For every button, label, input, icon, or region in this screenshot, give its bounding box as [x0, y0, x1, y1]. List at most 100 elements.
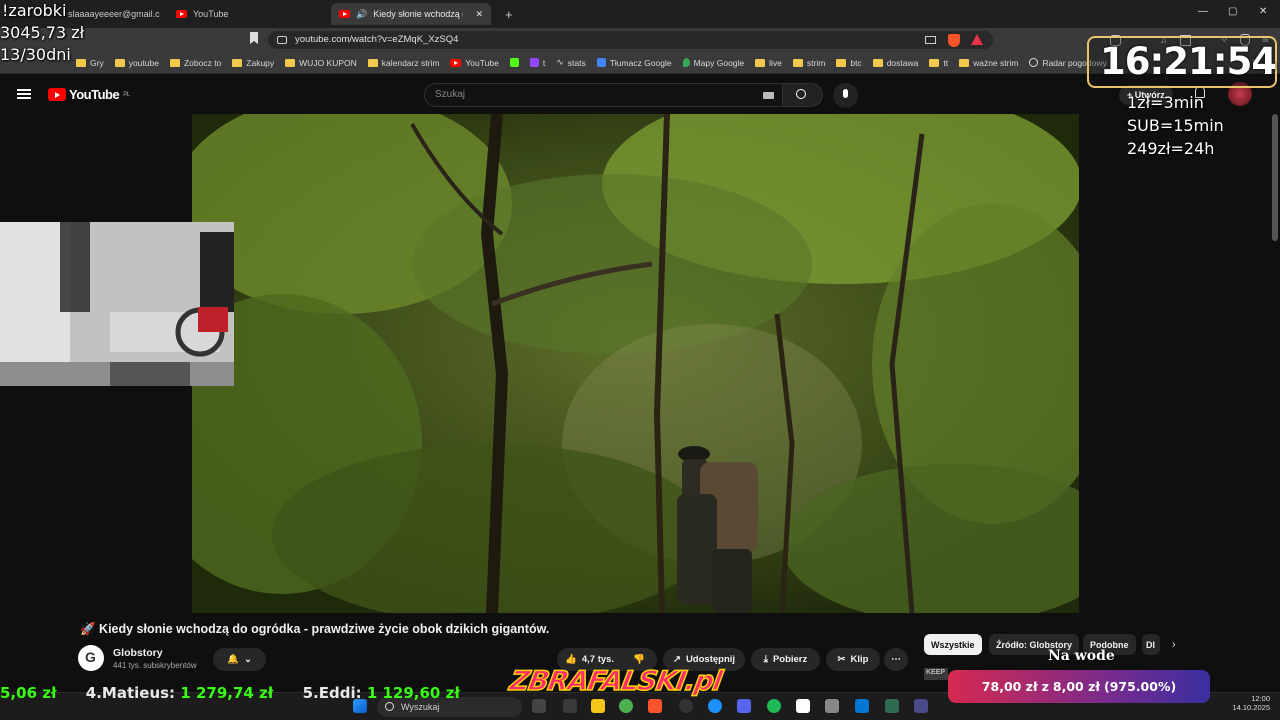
task-view-icon[interactable] — [532, 699, 546, 713]
discord-icon[interactable] — [737, 699, 751, 713]
download-icon: ⤓ — [763, 654, 768, 665]
jungle-video-frame — [192, 114, 1079, 613]
bookmark-strim[interactable]: strim — [792, 58, 825, 68]
chip-more[interactable]: Dl — [1142, 634, 1160, 655]
video-player[interactable] — [192, 114, 1079, 613]
rate-money: 1zł=3min — [1127, 93, 1204, 112]
bookmark-tt[interactable]: tt — [929, 58, 948, 68]
chevron-right-icon[interactable]: › — [1172, 639, 1176, 651]
ticker-name-5: Eddi: — [318, 684, 362, 702]
new-tab-button[interactable]: + — [497, 3, 521, 25]
subathon-timer: 16:21:54 — [1100, 40, 1277, 83]
maximize-button[interactable]: ▢ — [1228, 6, 1237, 17]
keyboard-icon[interactable] — [763, 92, 774, 99]
goal-name: Na wode — [1048, 648, 1115, 664]
tab-gmail[interactable]: slaaaayeeeer@gmail.c — [60, 3, 160, 25]
bookmark-zakupy[interactable]: Zakupy — [232, 58, 274, 68]
youtube-logo[interactable]: YouTube PL — [48, 87, 130, 102]
bookmark-translate[interactable]: Tłumacz Google — [596, 58, 672, 68]
search-input[interactable]: Szukaj — [424, 83, 786, 107]
bookmark-dostawa[interactable]: dostawa — [872, 58, 918, 68]
tab-label: Kiedy słonie wchodzą do — [373, 9, 464, 19]
bookmark-youtube[interactable]: YouTube — [450, 58, 499, 68]
subscribed-bell-button[interactable]: 🔔 ⌄ — [213, 648, 266, 671]
brave-icon[interactable] — [648, 699, 662, 713]
bookmark-kick[interactable] — [509, 58, 519, 67]
bookmark-wujo-kupon[interactable]: WUJO KUPON — [285, 58, 357, 68]
channel-subscribers: 441 tys. subskrybentów — [113, 661, 197, 670]
app-x-icon[interactable] — [855, 699, 869, 713]
channel-avatar[interactable] — [78, 645, 104, 671]
rate-sub: SUB=15min — [1127, 116, 1224, 135]
donation-goal-bar: 78,00 zł z 8,00 zł (975.00%) — [948, 670, 1210, 703]
twitch-icon — [529, 58, 539, 67]
folder-icon — [114, 58, 125, 67]
subathon-days: 13/30dni — [0, 45, 71, 64]
goal-separator: z — [1041, 679, 1049, 694]
folder-icon — [367, 58, 378, 67]
rate-day: 249zł=24h — [1127, 139, 1215, 158]
calculator-icon[interactable] — [825, 699, 839, 713]
folder-icon — [169, 58, 180, 67]
chrome-icon[interactable] — [619, 699, 633, 713]
folder-icon — [285, 58, 296, 67]
streamlabs-icon[interactable] — [796, 699, 810, 713]
minimize-button[interactable]: — — [1198, 6, 1208, 17]
bookmark-twitch[interactable]: t — [529, 58, 545, 68]
bookmark-live[interactable]: live — [755, 58, 782, 68]
translate-icon — [596, 58, 606, 67]
folder-icon — [872, 58, 883, 67]
obs-icon[interactable] — [679, 699, 693, 713]
bookmark-gry[interactable]: Gry — [76, 58, 104, 68]
goal-target: 8,00 zł — [1052, 679, 1100, 694]
ticker-rank-4: 4. — [85, 684, 102, 702]
goal-current: 78,00 zł — [981, 679, 1038, 694]
bookmark-btc[interactable]: btc — [836, 58, 862, 68]
app-icon[interactable] — [708, 699, 722, 713]
folder-icon — [232, 58, 243, 67]
clip-button[interactable]: ✂ Klip — [826, 648, 880, 671]
brave-shield-icon[interactable] — [948, 34, 960, 47]
tab-current-video[interactable]: 🔊 Kiedy słonie wchodzą do ✕ — [331, 3, 491, 25]
thumbs-up-icon: 👍 — [565, 654, 577, 665]
bell-icon: 🔔 — [227, 654, 239, 665]
channel-name[interactable]: Globstory — [113, 647, 163, 659]
bookmark-wazne-strim[interactable]: ważne strim — [959, 58, 1018, 68]
bookmark-kalendarz-strim[interactable]: kalendarz strim — [367, 58, 439, 68]
tab-youtube[interactable]: YouTube — [168, 3, 318, 25]
page-scrollbar[interactable] — [1272, 114, 1278, 241]
speaker-icon: 🔊 — [356, 8, 368, 19]
webcam-feed-image — [0, 222, 234, 386]
stats-icon: ∿ — [556, 57, 564, 67]
bookmark-icon[interactable] — [250, 32, 258, 44]
site-settings-icon[interactable] — [277, 36, 287, 44]
folder-icon — [959, 58, 970, 67]
bookmark-maps[interactable]: Mapy Google — [682, 58, 744, 68]
system-clock[interactable]: 12:00 14.10.2025 — [1226, 694, 1270, 712]
widgets-icon[interactable] — [563, 699, 577, 713]
bookmark-zobocz-to[interactable]: Zobocz to — [169, 58, 221, 68]
radar-icon — [1029, 58, 1039, 67]
download-button[interactable]: ⤓ Pobierz — [751, 648, 820, 671]
donation-ticker: 5,06 zł 4.Matieus: 1 279,74 zł 5.Eddi: 1… — [0, 684, 520, 704]
url-field[interactable]: youtube.com/watch?v=eZMqK_XzSQ4 — [268, 31, 993, 49]
ticker-amount-5: 1 129,60 zł — [366, 684, 460, 702]
cast-icon[interactable] — [925, 36, 936, 44]
search-button[interactable] — [782, 83, 823, 107]
thumbs-down-icon[interactable]: 👎 — [633, 654, 645, 665]
earnings-amount: 3045,73 zł — [0, 23, 85, 42]
bookmark-stats[interactable]: ∿ stats — [556, 57, 586, 68]
close-tab-icon[interactable]: ✕ — [475, 9, 483, 20]
chip-all[interactable]: Wszystkie — [924, 634, 982, 655]
close-window-button[interactable]: ✕ — [1259, 6, 1267, 17]
file-explorer-icon[interactable] — [591, 699, 605, 713]
spotify-icon[interactable] — [767, 699, 781, 713]
hamburger-menu-icon[interactable] — [17, 89, 31, 99]
app-settings-icon[interactable] — [885, 699, 899, 713]
recommendation-thumbnail[interactable]: KEEP — [924, 668, 948, 680]
brave-rewards-icon[interactable] — [971, 34, 983, 45]
bookmark-youtube-folder[interactable]: youtube — [114, 58, 159, 68]
voice-search-button[interactable] — [833, 83, 858, 108]
more-actions-button[interactable]: ⋯ — [884, 648, 908, 671]
notepad-icon[interactable] — [914, 699, 928, 713]
